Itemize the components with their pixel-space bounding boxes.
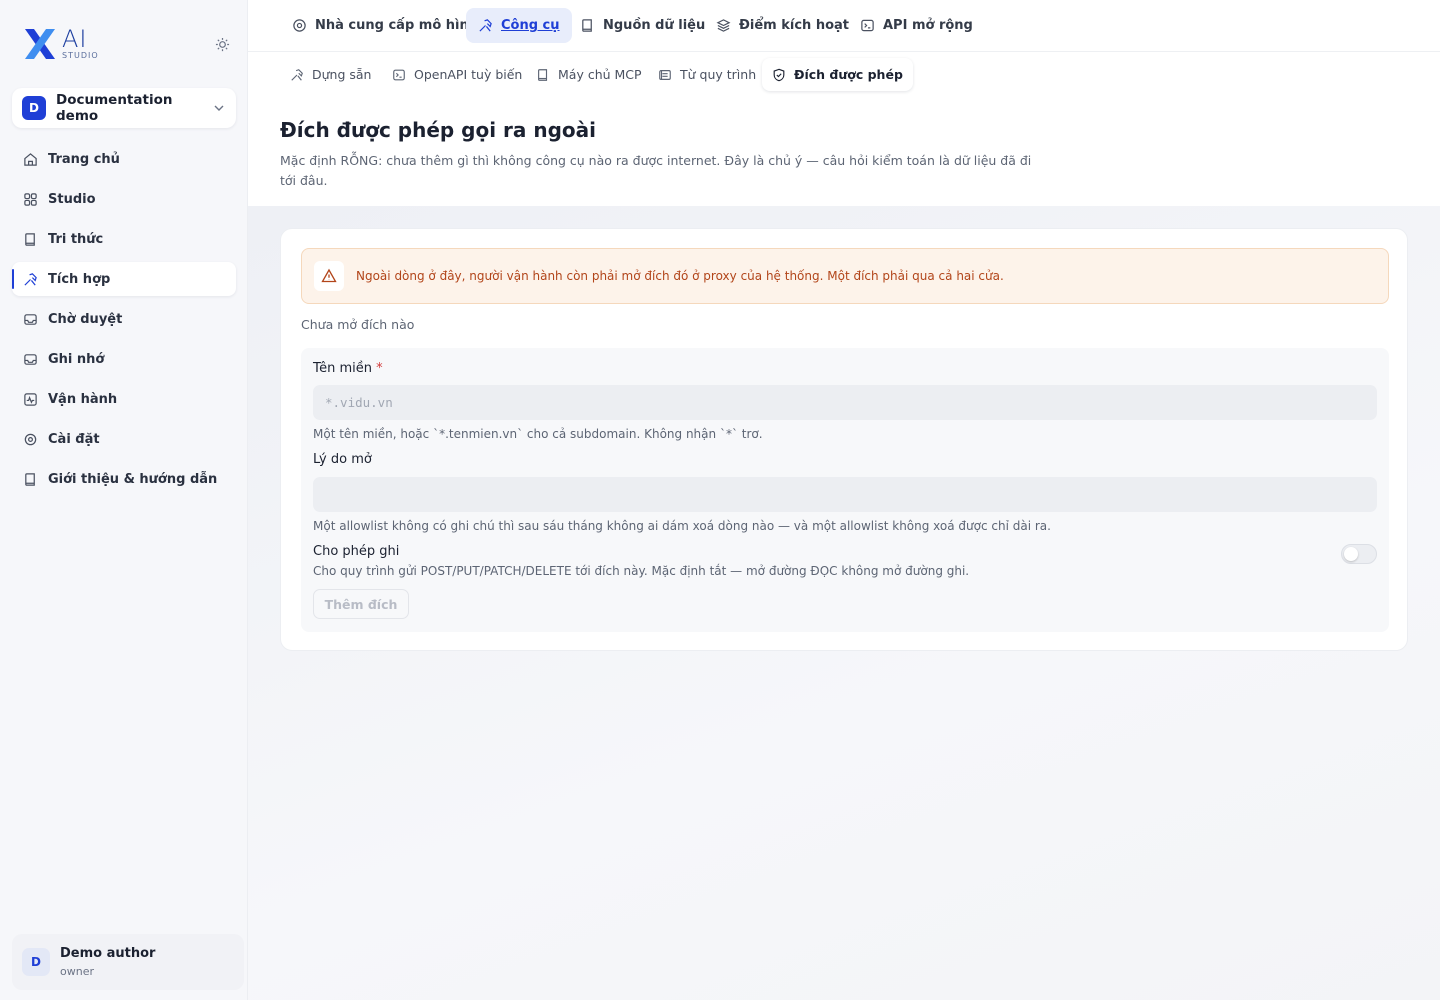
tab-model-providers[interactable]: Nhà cung cấp mô hình	[280, 8, 490, 43]
tab-label: Nhà cung cấp mô hình	[315, 18, 479, 33]
activity-icon	[22, 391, 38, 407]
tools-icon	[291, 68, 303, 81]
sidebar-item-about[interactable]: Giới thiệu & hướng dẫn	[12, 462, 236, 496]
workspace-switcher[interactable]: D Documentation demo	[12, 88, 236, 128]
tab-label: Điểm kích hoạt	[739, 18, 849, 33]
workspace-name: Documentation demo	[56, 92, 173, 124]
reason-input[interactable]	[313, 477, 1377, 512]
logo-x-icon	[25, 29, 55, 59]
book-icon	[582, 19, 592, 32]
user-menu[interactable]: D Demo author owner	[12, 934, 244, 990]
domain-label-text: Tên miền	[313, 361, 372, 376]
chevron-down-icon	[214, 105, 224, 111]
avatar: D	[22, 948, 50, 976]
page-header: Đích được phép gọi ra ngoài Mặc định RỖN…	[248, 98, 1440, 206]
reason-help-text: Một allowlist không có ghi chú thì sau s…	[313, 519, 1051, 533]
tools-icon	[479, 19, 492, 32]
add-destination-button[interactable]: Thêm đích	[313, 589, 409, 619]
sidebar-item-settings[interactable]: Cài đặt	[12, 422, 236, 456]
user-name: Demo author	[60, 946, 156, 961]
grid-icon	[22, 191, 38, 207]
subtab-custom-openapi[interactable]: OpenAPI tuỳ biến	[382, 58, 532, 91]
sidebar-item-label: Vận hành	[48, 391, 118, 407]
sidebar-item-knowledge[interactable]: Tri thức	[12, 222, 236, 256]
sidebar-item-label: Trang chủ	[48, 151, 120, 167]
domain-label: Tên miền *	[313, 361, 383, 376]
sidebar-item-operations[interactable]: Vận hành	[12, 382, 236, 416]
sidebar-item-label: Giới thiệu & hướng dẫn	[48, 471, 218, 487]
empty-state-text: Chưa mở đích nào	[301, 317, 415, 332]
sidebar-item-label: Studio	[48, 191, 96, 207]
allowlist-card: Ngoài dòng ở đây, người vận hành còn phả…	[280, 228, 1408, 651]
subtab-allowed-destinations[interactable]: Đích được phép	[762, 58, 913, 91]
warning-alert: Ngoài dòng ở đây, người vận hành còn phả…	[301, 248, 1389, 304]
warning-text: Ngoài dòng ở đây, người vận hành còn phả…	[356, 269, 1004, 283]
allow-write-toggle[interactable]	[1341, 544, 1377, 564]
tab-tools[interactable]: Công cụ	[466, 8, 572, 43]
theme-toggle-button[interactable]	[212, 34, 232, 54]
tab-label: Công cụ	[501, 18, 560, 33]
subtab-from-workflow[interactable]: Từ quy trình	[648, 58, 766, 91]
domain-help-text: Một tên miền, hoặc `*.tenmien.vn` cho cả…	[313, 427, 763, 441]
subtab-label: Từ quy trình	[680, 67, 757, 82]
reason-label: Lý do mở	[313, 452, 372, 467]
tab-extension-api[interactable]: API mở rộng	[848, 8, 985, 43]
terminal-icon	[393, 69, 405, 80]
layers-icon	[716, 19, 731, 32]
sidebar-item-label: Chờ duyệt	[48, 311, 123, 327]
terminal-icon	[861, 19, 874, 32]
subtab-label: Đích được phép	[794, 67, 903, 82]
sidebar-item-label: Tích hợp	[48, 271, 111, 287]
sidebar: AI STUDIO D Documentation demo Trang chủ…	[0, 0, 248, 1000]
sidebar-item-pending[interactable]: Chờ duyệt	[12, 302, 236, 336]
sidebar-item-memory[interactable]: Ghi nhớ	[12, 342, 236, 376]
tab-label: Nguồn dữ liệu	[603, 18, 706, 33]
sidebar-item-label: Cài đặt	[48, 431, 100, 447]
page-title: Đích được phép gọi ra ngoài	[280, 118, 597, 142]
tools-icon	[22, 271, 38, 287]
subtab-mcp-servers[interactable]: Máy chủ MCP	[526, 58, 652, 91]
sidebar-item-studio[interactable]: Studio	[12, 182, 236, 216]
subtab-label: OpenAPI tuỳ biến	[414, 67, 523, 82]
subtab-label: Máy chủ MCP	[558, 67, 642, 82]
tab-triggers[interactable]: Điểm kích hoạt	[704, 8, 861, 43]
sub-tabs: Dựng sẵn OpenAPI tuỳ biến Máy chủ MCP Từ…	[248, 52, 1440, 98]
inbox-icon	[22, 311, 38, 327]
tab-data-sources[interactable]: Nguồn dữ liệu	[568, 8, 717, 43]
home-icon	[22, 151, 38, 167]
subtab-builtin[interactable]: Dựng sẵn	[280, 58, 381, 91]
logo-ai-text: AI	[62, 25, 88, 53]
sidebar-nav: Trang chủ Studio Tri thức Tích hợp Chờ d…	[12, 142, 236, 502]
sidebar-item-integrations[interactable]: Tích hợp	[12, 262, 236, 296]
workspace-avatar: D	[22, 96, 46, 120]
user-role: owner	[60, 965, 94, 978]
required-mark: *	[376, 361, 383, 376]
book-icon	[538, 68, 548, 81]
logo-studio-text: STUDIO	[62, 51, 99, 60]
list-icon	[659, 69, 671, 80]
app-logo[interactable]: AI STUDIO	[22, 26, 99, 62]
sun-icon	[215, 37, 229, 51]
book-icon	[22, 471, 38, 487]
gear-icon	[22, 431, 38, 447]
write-permission-help-text: Cho quy trình gửi POST/PUT/PATCH/DELETE …	[313, 564, 970, 578]
provider-icon	[293, 19, 306, 32]
sidebar-item-label: Tri thức	[48, 231, 104, 247]
subtab-label: Dựng sẵn	[312, 67, 372, 82]
page-description: Mặc định RỖNG: chưa thêm gì thì không cô…	[280, 153, 1032, 188]
book-icon	[22, 231, 38, 247]
tab-label: API mở rộng	[883, 18, 973, 33]
inbox-icon	[22, 351, 38, 367]
sidebar-item-home[interactable]: Trang chủ	[12, 142, 236, 176]
add-destination-form: Tên miền * Một tên miền, hoặc `*.tenmien…	[301, 348, 1389, 632]
top-tabs: Nhà cung cấp mô hình Công cụ Nguồn dữ li…	[248, 0, 1440, 52]
shield-icon	[773, 68, 785, 81]
sidebar-item-label: Ghi nhớ	[48, 351, 105, 367]
write-permission-label: Cho phép ghi	[313, 544, 400, 559]
domain-input[interactable]	[313, 385, 1377, 420]
warning-icon	[314, 261, 344, 291]
